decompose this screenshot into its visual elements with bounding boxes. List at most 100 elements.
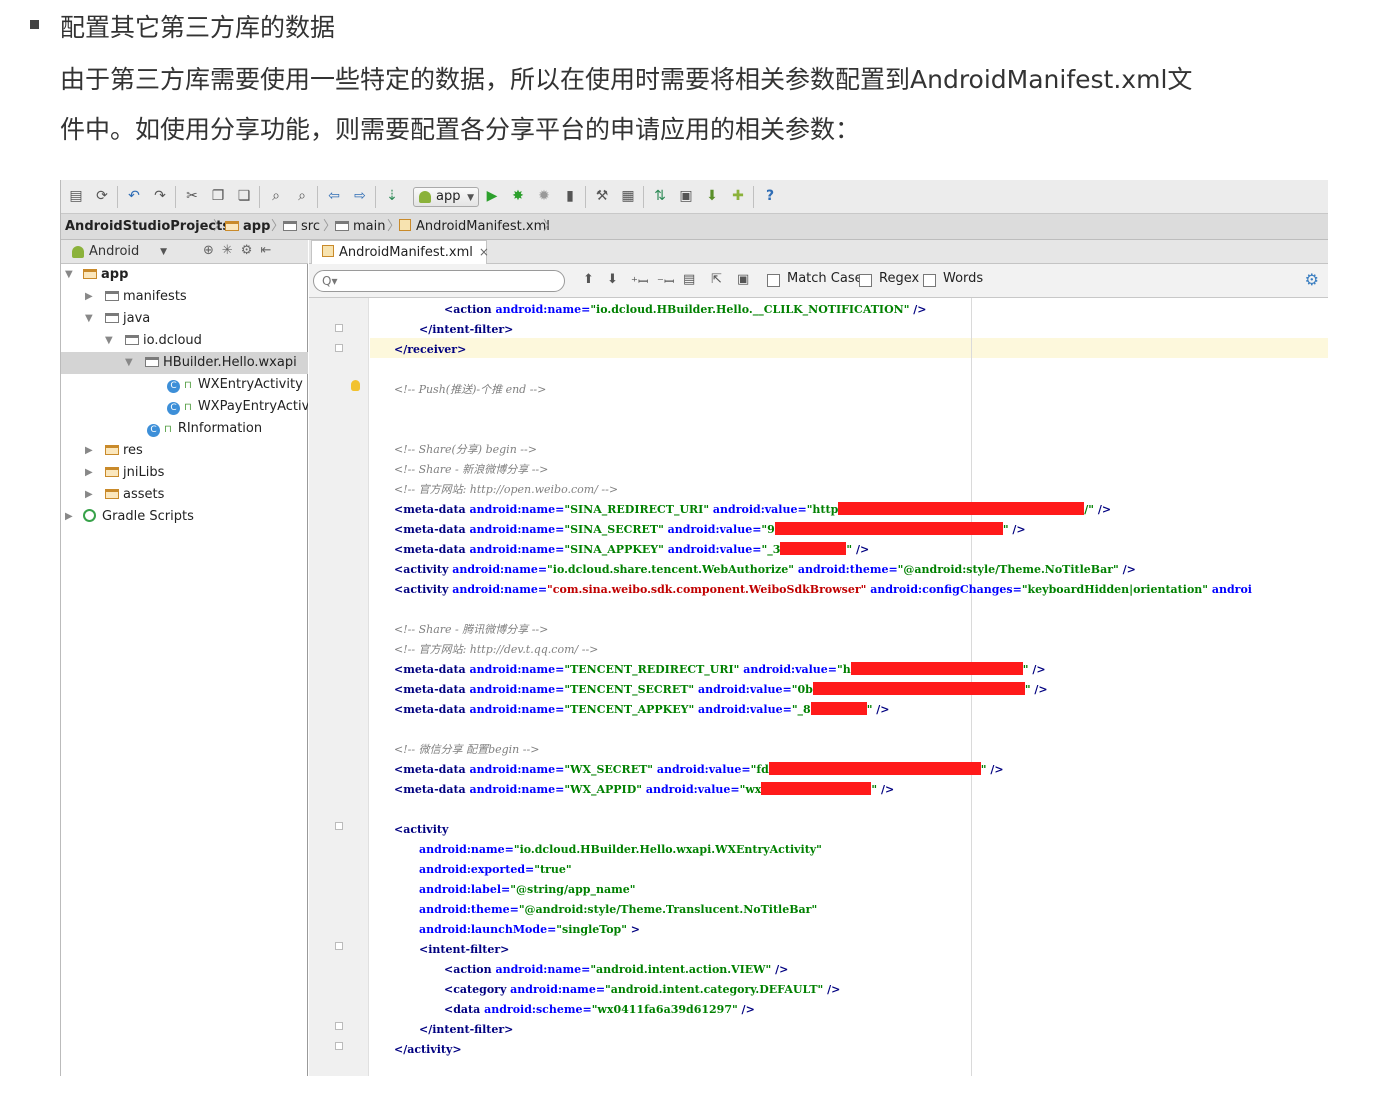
code-comment[interactable]: <!-- Share(分享) begin --> [394,440,537,460]
code-line[interactable]: <intent-filter> [419,940,509,960]
paste-icon[interactable]: ❏ [235,187,253,205]
tree-item-wxapi[interactable]: ▼ HBuilder.Hello.wxapi [61,352,308,374]
breadcrumb-item-manifest[interactable]: AndroidManifest.xml [399,214,550,240]
folder-icon [225,221,239,231]
project-structure-icon[interactable]: ▦ [619,187,637,205]
copy-icon[interactable]: ❐ [209,187,227,205]
forward-icon[interactable]: ⇨ [351,187,369,205]
tree-item-app[interactable]: ▼ app [61,264,308,286]
sdk-manager-icon[interactable]: ⬇ [703,187,721,205]
gear-icon[interactable]: ⚙ [1305,270,1319,289]
code-line[interactable]: <activity android:name="io.dcloud.share.… [394,560,1136,580]
code-line[interactable]: android:launchMode="singleTop" > [419,920,640,940]
tree-item-java[interactable]: ▼ java [61,308,308,330]
fold-marker[interactable] [335,1042,343,1050]
device-monitor-icon[interactable]: ▣ [677,187,695,205]
close-icon[interactable]: × [479,245,489,259]
run-icon[interactable]: ▶ [483,187,501,205]
undo-icon[interactable]: ↶ [125,187,143,205]
match-case-checkbox[interactable] [767,274,780,287]
code-line[interactable]: <meta-data android:name="WX_SECRET" andr… [394,760,1004,780]
save-icon[interactable]: ▤ [67,187,85,205]
code-comment[interactable]: <!-- Share - 腾讯微博分享 --> [394,620,548,640]
code-comment[interactable]: <!-- Share - 新浪微博分享 --> [394,460,548,480]
code-line[interactable]: </intent-filter> [419,1020,513,1040]
replace-icon[interactable]: ⌕ [293,187,311,205]
add-occurrence-icon[interactable]: ⁺ꟷ [631,272,648,290]
attach-icon[interactable]: ✹ [535,187,553,205]
words-checkbox[interactable] [923,274,936,287]
search-input[interactable]: Q▾ [313,270,565,292]
avd-icon[interactable]: ▮ [561,187,579,205]
code-line[interactable]: android:label="@string/app_name" [419,880,635,900]
code-line[interactable]: <meta-data android:name="TENCENT_REDIREC… [394,660,1046,680]
lightbulb-icon[interactable] [351,380,360,391]
tree-item-wxpayentryactivity[interactable]: C⊓WXPayEntryActivity [61,396,308,418]
sync-icon[interactable]: ⟳ [93,187,111,205]
code-line[interactable]: <meta-data android:name="TENCENT_SECRET"… [394,680,1048,700]
select-all-icon[interactable]: ▤ [683,272,695,287]
code-line[interactable]: <meta-data android:name="SINA_REDIRECT_U… [394,500,1111,520]
redo-icon[interactable]: ↷ [151,187,169,205]
code-line[interactable]: <meta-data android:name="TENCENT_APPKEY"… [394,700,890,720]
code-line[interactable]: android:name="io.dcloud.HBuilder.Hello.w… [419,840,822,860]
code-line[interactable]: <action android:name="io.dcloud.HBuilder… [444,300,927,320]
code-comment[interactable]: <!-- 官方网站: http://open.weibo.com/ --> [394,480,618,500]
find-icon[interactable]: ⌕ [267,187,285,205]
arrow-down-icon[interactable]: ⬇ [607,272,618,287]
tree-item-jnilibs[interactable]: ▶ jniLibs [61,462,308,484]
build-icon[interactable]: ⇣ [383,187,401,205]
code-line[interactable]: <activity android:name="com.sina.weibo.s… [394,580,1252,600]
code-comment[interactable]: <!-- 官方网站: http://dev.t.qq.com/ --> [394,640,598,660]
fold-marker[interactable] [335,822,343,830]
code-comment[interactable]: <!-- 微信分享 配置begin --> [394,740,539,760]
code-line[interactable]: <activity [394,820,448,840]
settings-icon[interactable]: ⚒ [593,187,611,205]
tree-item-res[interactable]: ▶ res [61,440,308,462]
code-comment[interactable]: <!-- Push(推送)-个推 end --> [394,380,546,400]
code-line[interactable]: <data android:scheme="wx0411fa6a39d61297… [444,1000,755,1020]
android-icon[interactable]: ✚ [729,187,747,205]
debug-icon[interactable]: ✸ [509,187,527,205]
arrow-up-icon[interactable]: ⬆ [583,272,594,287]
project-view-select[interactable]: Android ▼ [67,243,171,261]
tree-item-io-dcloud[interactable]: ▼ io.dcloud [61,330,308,352]
code-line[interactable]: <meta-data android:name="WX_APPID" andro… [394,780,894,800]
fold-marker[interactable] [335,344,343,352]
export-icon[interactable]: ⇱ [711,272,722,287]
tree-item-manifests[interactable]: ▶ manifests [61,286,308,308]
filter-icon[interactable]: ▣ [737,272,749,287]
fold-marker[interactable] [335,1022,343,1030]
code-line[interactable]: </intent-filter> [419,320,513,340]
cut-icon[interactable]: ✂ [183,187,201,205]
fold-marker[interactable] [335,942,343,950]
fold-marker[interactable] [335,324,343,332]
breadcrumb-item-projects[interactable]: AndroidStudioProjects [65,214,230,240]
redaction-mark [810,702,867,715]
back-icon[interactable]: ⇦ [325,187,343,205]
pane-tool-icons[interactable]: ⊕✳⚙⇤ [203,243,279,258]
code-line[interactable]: <meta-data android:name="SINA_APPKEY" an… [394,540,869,560]
tree-item-wxentryactivity[interactable]: C ⊓ WXEntryActivity [61,374,308,396]
code-line[interactable]: <action android:name="android.intent.act… [444,960,788,980]
breadcrumb-item-main[interactable]: main [335,214,385,240]
code-line[interactable]: android:theme="@android:style/Theme.Tran… [419,900,817,920]
tab-androidmanifest[interactable]: AndroidManifest.xml × [311,240,489,264]
tree-item-rinformation[interactable]: C ⊓ RInformation [61,418,308,440]
gradle-sync-icon[interactable]: ⇅ [651,187,669,205]
breadcrumb-item-src[interactable]: src [283,214,320,240]
breadcrumb-item-app[interactable]: app [225,214,270,240]
code-line[interactable]: </receiver> [394,340,466,360]
remove-occurrence-icon[interactable]: ⁻ꟷ [657,272,674,290]
code-line[interactable]: <meta-data android:name="SINA_SECRET" an… [394,520,1026,540]
tree-item-gradle-scripts[interactable]: ▶ Gradle Scripts [61,506,308,528]
tree-item-assets[interactable]: ▶ assets [61,484,308,506]
xml-file-icon [399,219,411,231]
code-line[interactable]: android:exported="true" [419,860,572,880]
code-line[interactable]: <category android:name="android.intent.c… [444,980,840,1000]
code-line[interactable]: </activity> [394,1040,462,1060]
run-config-select[interactable]: app ▼ [413,187,479,207]
chevron-down-icon: ▼ [85,313,93,324]
help-icon[interactable]: ? [761,187,779,205]
regex-checkbox[interactable] [859,274,872,287]
